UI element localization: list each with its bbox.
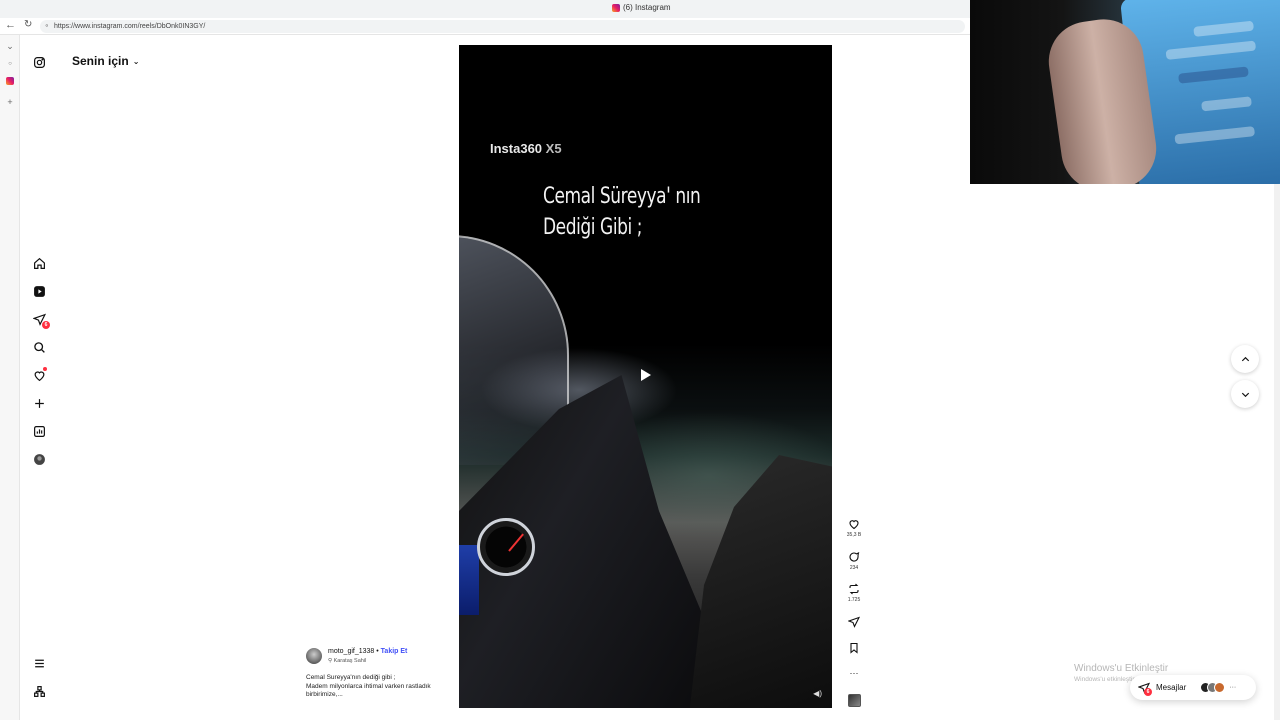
repost-icon <box>849 583 859 595</box>
dashboard-icon[interactable] <box>32 424 46 438</box>
location-name: Karataş Sahil <box>333 658 367 664</box>
save-button[interactable] <box>843 642 865 654</box>
more-avatars-icon: ··· <box>1229 684 1237 691</box>
reel-description[interactable]: Cemal Sureyya'nın dediği gibi ; Madem mi… <box>306 674 456 700</box>
site-info-icon[interactable]: ⚬ <box>44 20 50 33</box>
address-bar[interactable]: ⚬ https://www.instagram.com/reels/DbOnk0… <box>40 20 965 33</box>
instagram-logo-icon[interactable] <box>32 55 46 69</box>
reload-icon[interactable]: ↻ <box>24 19 32 30</box>
messages-icon: 6 <box>1137 682 1152 696</box>
back-arrow-icon[interactable]: ← <box>5 19 16 31</box>
like-button[interactable]: 35,3 B <box>843 518 865 538</box>
address-text: https://www.instagram.com/reels/DbOnk0IN… <box>54 23 206 30</box>
chevron-up-icon <box>1241 356 1249 361</box>
follow-button[interactable]: Takip Et <box>381 648 408 655</box>
notification-dot <box>43 367 47 371</box>
description-line: birbirimize,... <box>306 691 343 698</box>
comment-count: 234 <box>849 565 859 571</box>
reels-icon[interactable] <box>32 284 46 298</box>
profile-avatar[interactable] <box>32 452 46 466</box>
browser-side-panel: ⌄ ○ + <box>0 35 20 720</box>
comment-button[interactable]: 234 <box>843 551 865 571</box>
author-line: moto_gif_1338 • Takip Et <box>328 648 407 655</box>
home-icon[interactable] <box>32 256 46 270</box>
feed-selector[interactable]: Senin için ⌄ <box>72 54 139 68</box>
browser-tab[interactable]: (6) Instagram <box>612 3 671 12</box>
description-line: Cemal Sureyya'nın dediği gibi ; <box>306 674 396 681</box>
comment-icon <box>849 552 860 562</box>
also-from-meta-icon[interactable] <box>32 684 46 698</box>
audio-thumbnail <box>847 694 861 707</box>
instagram-favicon-icon <box>612 3 620 12</box>
play-icon[interactable] <box>641 369 651 381</box>
create-plus-icon[interactable] <box>32 396 46 410</box>
author-username[interactable]: moto_gif_1338 <box>328 648 374 655</box>
webcam-overlay <box>970 0 1280 184</box>
messages-pill-badge: 6 <box>1144 687 1152 696</box>
previous-reel-button[interactable] <box>1231 345 1259 373</box>
share-icon <box>848 616 860 628</box>
brand-name: Insta360 <box>490 141 543 156</box>
reel-video[interactable]: Insta360 X5 Cemal Süreyya' nın Dediği Gi… <box>459 45 832 708</box>
tab-title: (6) Instagram <box>623 3 671 12</box>
browser-toolbar: ← ↻ ⚬ https://www.instagram.com/reels/Db… <box>0 18 970 35</box>
instagram-tab-icon[interactable] <box>5 77 15 87</box>
chevron-down-icon[interactable]: ⌄ <box>5 41 15 51</box>
messages-icon[interactable]: 6 <box>32 312 50 329</box>
reel-speedometer <box>477 518 535 576</box>
volume-icon[interactable]: ◀) <box>813 689 822 698</box>
watermark-title: Windows'u Etkinleştir <box>1074 663 1169 674</box>
audio-thumbnail-button[interactable] <box>843 694 865 707</box>
location-line[interactable]: ⚲ Karataş Sahil <box>328 658 366 664</box>
chevron-down-icon <box>1241 392 1249 397</box>
bookmark-icon <box>850 642 858 654</box>
notifications-heart-icon[interactable] <box>32 367 47 382</box>
reel-caption-line: Cemal Süreyya' nın <box>543 184 701 209</box>
heart-icon <box>849 520 859 530</box>
like-count: 35,3 B <box>846 532 862 538</box>
chevron-down-icon: ⌄ <box>132 56 140 66</box>
author-avatar[interactable] <box>306 648 322 664</box>
messages-label: Mesajlar <box>1156 683 1187 692</box>
reel-brand-overlay: Insta360 X5 <box>490 141 562 156</box>
brand-model: X5 <box>545 141 562 156</box>
location-pin-icon: ⚲ <box>328 658 333 664</box>
search-tabs-icon[interactable]: ○ <box>5 59 15 69</box>
message-avatars <box>1200 682 1226 693</box>
repost-count: 1.725 <box>847 597 861 603</box>
instagram-sidebar: 6 <box>21 35 61 720</box>
messages-pill[interactable]: 6 Mesajlar ··· <box>1130 675 1256 700</box>
menu-hamburger-icon[interactable] <box>32 656 46 670</box>
new-tab-plus-icon[interactable]: + <box>5 97 15 107</box>
share-button[interactable] <box>843 616 865 628</box>
more-options-icon[interactable]: ··· <box>843 668 865 678</box>
reel-caption: Cemal Süreyya' nın Dediği Gibi ; <box>543 181 701 243</box>
messages-badge: 6 <box>42 321 50 329</box>
feed-title: Senin için <box>72 54 129 68</box>
reel-dash-screen <box>459 545 479 615</box>
next-reel-button[interactable] <box>1231 380 1259 408</box>
repost-button[interactable]: 1.725 <box>843 583 865 603</box>
page-scrollbar[interactable] <box>1274 184 1280 720</box>
reel-caption-line: Dediği Gibi ; <box>543 215 643 240</box>
description-line: Madem milyonlarca ihtimal varken rastlad… <box>306 682 431 690</box>
search-icon[interactable] <box>32 340 46 354</box>
